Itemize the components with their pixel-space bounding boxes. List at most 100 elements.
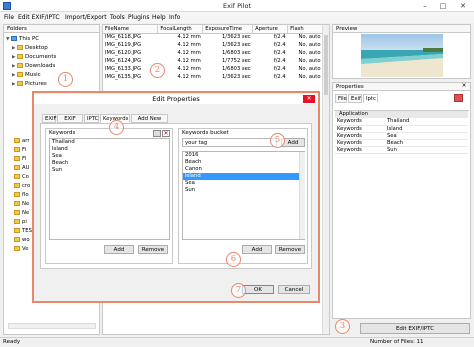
cancel-button[interactable]: Cancel (278, 285, 310, 294)
col-focal-length[interactable]: FocalLength (157, 25, 204, 34)
tab-exif-gps[interactable]: EXIF GPS (57, 114, 83, 130)
tab-add-new-tags[interactable]: Add New Tags (131, 114, 168, 130)
bucket-scrollbar[interactable] (299, 152, 305, 239)
tree-item-this-pc[interactable]: ▼ This PC (6, 35, 39, 43)
keyword-item[interactable]: Island (50, 146, 169, 153)
bucket-list[interactable]: 2016 Beach Canon Island Sea Sun (182, 151, 305, 240)
tree-item-partial[interactable] (14, 227, 22, 235)
keywords-list[interactable]: Thailand Island Sea Beach Sun (49, 138, 170, 240)
copy-icon[interactable] (153, 130, 161, 137)
tree-item-desktop[interactable]: ▶ Desktop (12, 44, 48, 52)
keyword-item[interactable]: Thailand (50, 139, 169, 146)
tree-item-partial[interactable] (14, 164, 22, 172)
file-row[interactable]: IMG_6120.JPG 4.12 mm 1/6803 sec f/2.4 No… (103, 49, 323, 57)
property-row[interactable]: Keywords Beach (335, 139, 468, 147)
file-row[interactable]: IMG_6119.JPG 4.12 mm 1/3623 sec f/2.4 No… (103, 41, 323, 49)
col-exposure-time[interactable]: ExposureTime (202, 25, 254, 34)
minimize-button[interactable]: – (418, 1, 432, 11)
keyword-item[interactable]: Beach (50, 160, 169, 167)
horizontal-scrollbar[interactable] (8, 323, 96, 329)
prop-tab-iptc[interactable]: Iptc (363, 94, 378, 103)
folder-icon (14, 228, 20, 233)
keywords-add-button[interactable]: Add (104, 245, 134, 254)
dialog-title: Edit Properties (34, 94, 318, 104)
dialog-close-button[interactable]: ✕ (303, 95, 315, 103)
property-row[interactable]: Keywords Thailand (335, 118, 468, 126)
flash: No, auto (298, 74, 321, 80)
folder-icon (14, 174, 20, 179)
tab-iptc[interactable]: IPTC (84, 114, 99, 123)
folder-icon (14, 210, 20, 215)
keywords-remove-button[interactable]: Remove (138, 245, 168, 254)
bucket-item[interactable]: Sun (183, 187, 304, 194)
scrollbar-thumb[interactable] (324, 35, 328, 95)
computer-icon (11, 36, 17, 41)
tree-item-partial[interactable] (14, 191, 22, 199)
tree-item-partial[interactable] (14, 209, 22, 217)
col-filename[interactable]: FileName (103, 25, 159, 34)
file-row[interactable]: IMG_6133.JPG 4.12 mm 1/6803 sec f/2.4 No… (103, 65, 323, 73)
keyword-item[interactable]: Sun (50, 167, 169, 174)
status-bar: Ready Number of Files: 11 (0, 337, 474, 347)
file-row[interactable]: IMG_6124.JPG 4.12 mm 1/7752 sec f/2.4 No… (103, 57, 323, 65)
maximize-button[interactable]: □ (436, 1, 450, 11)
tree-partial-labels: arr Fi Fl AU Co cro flo Ne Ne pi TES wo … (22, 137, 32, 254)
tree-item-partial[interactable] (14, 182, 22, 190)
tree-item-partial[interactable] (14, 146, 22, 154)
menu-info[interactable]: Info (169, 14, 180, 21)
menu-tools[interactable]: Tools (110, 14, 125, 21)
tree-item-partial[interactable] (14, 155, 22, 163)
bucket-add-button[interactable]: Add (242, 245, 272, 254)
tree-item-partial[interactable] (14, 173, 22, 181)
bucket-item[interactable]: Canon (183, 166, 304, 173)
prop-tab-file[interactable]: File (335, 94, 347, 103)
edit-exif-iptc-button[interactable]: Edit EXIF/IPTC (360, 323, 470, 334)
delete-icon[interactable]: ✕ (162, 130, 170, 137)
focal-length: 4.12 mm (177, 42, 201, 48)
property-row[interactable]: Keywords Sun (335, 146, 468, 154)
property-row[interactable]: Keywords Island (335, 125, 468, 133)
bucket-item[interactable]: 2016 (183, 152, 304, 159)
tree-item-music[interactable]: ▶ Music (12, 71, 41, 79)
folder-icon (14, 138, 20, 143)
tree-item-partial[interactable] (14, 218, 22, 226)
focal-length: 4.12 mm (177, 50, 201, 56)
tag-input[interactable]: your tag (182, 138, 277, 147)
menu-import-export[interactable]: Import/Export (65, 14, 107, 21)
tab-exif[interactable]: EXIF (42, 114, 57, 123)
tree-item-pictures[interactable]: ▶ Pictures (12, 80, 47, 88)
tree-item-partial[interactable] (14, 245, 22, 253)
tree-item-documents[interactable]: ▶ Documents (12, 53, 56, 61)
menu-edit-exif-iptc[interactable]: Edit EXIF/IPTC (18, 14, 60, 21)
bucket-item[interactable]: Beach (183, 159, 304, 166)
menu-plugins[interactable]: Plugins (128, 14, 150, 21)
col-flash[interactable]: Flash (287, 25, 323, 34)
col-aperture[interactable]: Aperture (252, 25, 289, 34)
tree-item-partial[interactable] (14, 236, 22, 244)
ok-button[interactable]: OK (242, 285, 274, 294)
exposure-time: 1/3623 sec (222, 42, 251, 48)
property-row[interactable]: Keywords Sea (335, 132, 468, 140)
aperture: f/2.4 (273, 34, 286, 41)
tree-item-downloads[interactable]: ▶ Downloads (12, 62, 55, 70)
menu-help[interactable]: Help (152, 14, 166, 21)
menu-file[interactable]: File (4, 14, 14, 21)
tree-item-partial[interactable] (14, 137, 22, 145)
prop-key: Keywords (335, 146, 385, 154)
file-row[interactable]: IMG_6135.JPG 4.12 mm 1/3623 sec f/2.4 No… (103, 73, 323, 81)
tree-item-partial[interactable] (14, 200, 22, 208)
focal-length: 4.12 mm (177, 58, 201, 64)
prop-tab-exif[interactable]: Exif (348, 94, 362, 103)
tree-partial-label: TES (22, 228, 32, 234)
annotation-badge-3: 3 (335, 319, 350, 334)
file-list-scrollbar[interactable] (322, 25, 329, 334)
pin-icon[interactable]: ✕ (459, 83, 469, 90)
bucket-remove-button[interactable]: Remove (275, 245, 305, 254)
tree-item-label: Documents (25, 54, 57, 60)
keyword-item[interactable]: Sea (50, 153, 169, 160)
bucket-item[interactable]: Sea (183, 180, 304, 187)
file-row[interactable]: IMG_6118.JPG 4.12 mm 1/3623 sec f/2.4 No… (103, 33, 323, 41)
edit-icon[interactable] (454, 94, 463, 102)
bucket-item-selected[interactable]: Island (183, 173, 304, 180)
close-button[interactable]: ✕ (456, 1, 470, 11)
